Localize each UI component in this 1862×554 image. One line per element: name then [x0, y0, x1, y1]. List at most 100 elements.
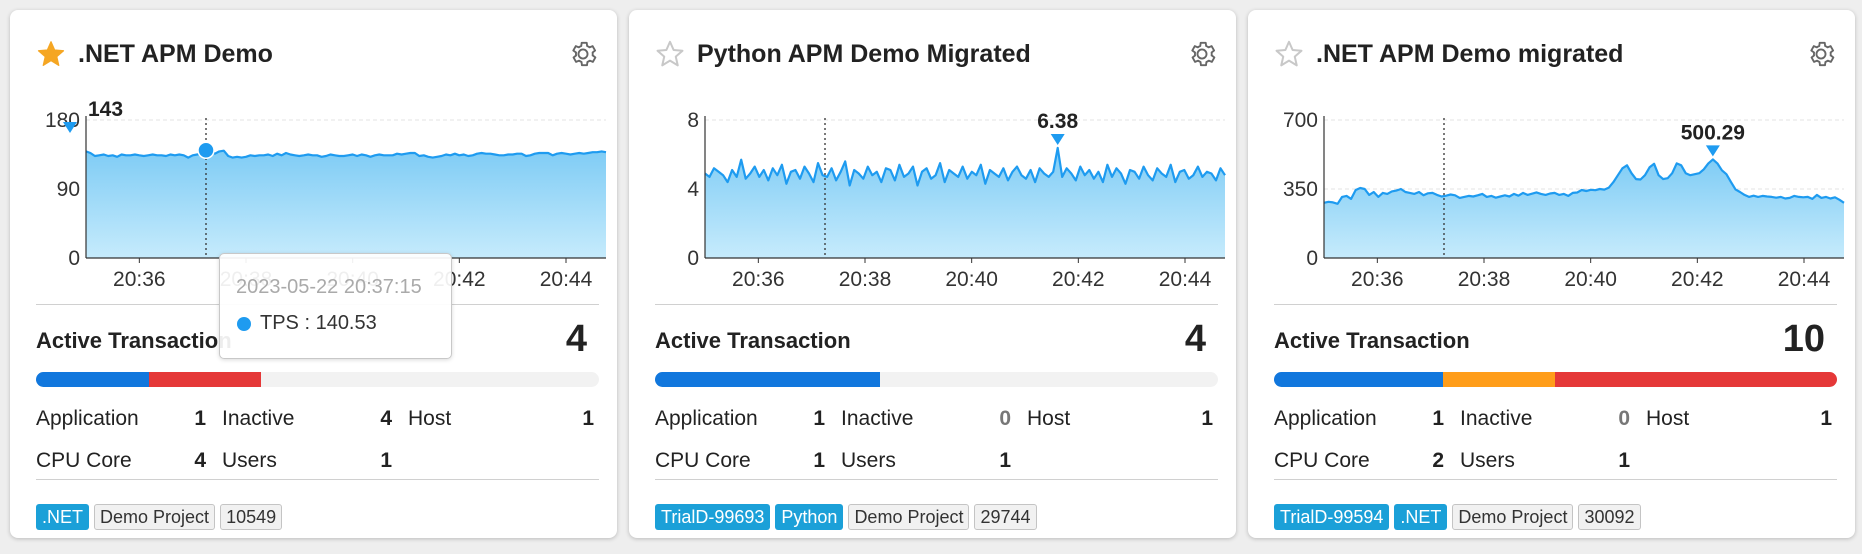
bar-segment [655, 372, 881, 387]
star-outline-icon[interactable] [1274, 39, 1304, 69]
area-fill [86, 150, 606, 258]
x-tick-label: 20:44 [540, 268, 593, 291]
card-header: .NET APM Demo migrated [1274, 36, 1837, 72]
cpu-core-value: 1 [813, 449, 825, 472]
host-value: 1 [582, 407, 594, 430]
x-tick-label: 20:44 [1778, 268, 1831, 291]
peak-label: 143 [88, 98, 123, 121]
inactive-value: 4 [380, 407, 392, 430]
series-dot-icon [237, 317, 251, 331]
peak-marker-icon [1705, 145, 1720, 157]
inactive-label: Inactive [222, 407, 295, 430]
gear-icon[interactable] [1805, 38, 1837, 70]
y-tick-label: 0 [68, 247, 80, 270]
tag[interactable]: 30092 [1578, 504, 1641, 530]
application-label: Application [1274, 407, 1377, 430]
active-transaction-label: Active Transaction [1274, 328, 1470, 353]
tag[interactable]: 10549 [220, 504, 283, 530]
peak-label: 500.29 [1681, 121, 1745, 144]
active-transaction-count: 4 [565, 318, 587, 360]
users-value: 1 [380, 449, 392, 472]
tag[interactable]: Python [775, 504, 844, 530]
host-label: Host [1646, 407, 1690, 430]
y-tick-label: 8 [687, 109, 699, 132]
peak-marker-icon [1050, 133, 1065, 145]
inactive-label: Inactive [1460, 407, 1533, 430]
tag[interactable]: Demo Project [848, 504, 970, 530]
card-header: .NET APM Demo [36, 36, 599, 72]
x-tick-label: 20:36 [732, 268, 785, 291]
divider [1274, 479, 1837, 480]
active-transaction-bar [655, 372, 1218, 387]
tag[interactable]: 29744 [974, 504, 1037, 530]
peak-label: 6.38 [1037, 110, 1078, 133]
tps-chart[interactable]: 8 4 0 20:36 20:38 20:40 20:42 20:44 6.38 [643, 96, 1229, 296]
tag[interactable]: Demo Project [1452, 504, 1574, 530]
y-tick-label: 0 [1306, 247, 1318, 270]
active-transaction-bar [36, 372, 599, 387]
y-tick-label: 90 [57, 178, 80, 201]
bar-segment [1274, 372, 1443, 387]
card-title[interactable]: .NET APM Demo migrated [1316, 40, 1623, 69]
x-tick-label: 20:40 [945, 268, 998, 291]
star-outline-icon[interactable] [655, 39, 685, 69]
tag[interactable]: .NET [36, 504, 90, 530]
y-tick-label: 700 [1283, 109, 1318, 132]
project-card[interactable]: .NET APM Demo migrated 700 350 0 20:36 20:38… [1248, 10, 1855, 538]
divider [1274, 304, 1837, 305]
cpu-core-label: CPU Core [36, 449, 132, 472]
area-fill [1324, 159, 1844, 258]
chart-tooltip: 2023-05-22 20:37:15 TPS : 140.53 [219, 253, 452, 359]
gear-icon[interactable] [1186, 38, 1218, 70]
card-header: Python APM Demo Migrated [655, 36, 1218, 72]
star-filled-icon[interactable] [36, 39, 66, 69]
host-value: 1 [1820, 407, 1832, 430]
users-value: 1 [999, 449, 1011, 472]
gear-icon[interactable] [567, 38, 599, 70]
application-label: Application [655, 407, 758, 430]
active-transaction-label: Active Transaction [655, 328, 851, 353]
inactive-value: 0 [1618, 407, 1630, 430]
users-label: Users [1460, 449, 1515, 472]
tag[interactable]: TrialD-99594 [1274, 504, 1390, 530]
tps-chart[interactable]: 700 350 0 20:36 20:38 20:40 20:42 20:44 500.29 [1262, 96, 1848, 296]
x-tick-label: 20:44 [1159, 268, 1212, 291]
hover-point [197, 141, 215, 160]
active-transaction-label: Active Transaction [36, 328, 232, 353]
card-title[interactable]: .NET APM Demo [78, 40, 273, 69]
bar-segment [148, 372, 262, 387]
tooltip-date: 2023-05-22 20:37:15 [236, 276, 422, 298]
x-tick-label: 20:36 [1351, 268, 1404, 291]
y-tick-label: 350 [1283, 178, 1318, 201]
tag-list: TrialD-99693 Python Demo Project 29744 [655, 504, 1037, 530]
bar-segment [1555, 372, 1837, 387]
users-label: Users [841, 449, 896, 472]
tag-list: TrialD-99594 .NET Demo Project 30092 [1274, 504, 1641, 530]
application-value: 1 [813, 407, 825, 430]
divider [655, 304, 1218, 305]
x-tick-label: 20:42 [1671, 268, 1724, 291]
y-tick-label: 180 [45, 109, 80, 132]
x-tick-label: 20:36 [113, 268, 166, 291]
inactive-value: 0 [999, 407, 1011, 430]
x-tick-label: 20:38 [839, 268, 892, 291]
series-line [85, 149, 607, 159]
tooltip-value: TPS : 140.53 [260, 312, 377, 334]
host-label: Host [1027, 407, 1071, 430]
card-title[interactable]: Python APM Demo Migrated [697, 40, 1031, 69]
tag[interactable]: .NET [1394, 504, 1448, 530]
project-card[interactable]: Python APM Demo Migrated 8 4 0 20:36 20:38 20… [629, 10, 1236, 538]
tag-list: .NET Demo Project 10549 [36, 504, 283, 530]
application-label: Application [36, 407, 139, 430]
tag[interactable]: TrialD-99693 [655, 504, 771, 530]
tag[interactable]: Demo Project [94, 504, 216, 530]
cpu-core-label: CPU Core [655, 449, 751, 472]
active-transaction-bar [1274, 372, 1837, 387]
active-transaction-count: 4 [1184, 318, 1206, 360]
cpu-core-label: CPU Core [1274, 449, 1370, 472]
x-tick-label: 20:38 [1458, 268, 1511, 291]
host-label: Host [408, 407, 452, 430]
y-tick-label: 4 [687, 178, 699, 201]
y-tick-label: 0 [687, 247, 699, 270]
inactive-label: Inactive [841, 407, 914, 430]
